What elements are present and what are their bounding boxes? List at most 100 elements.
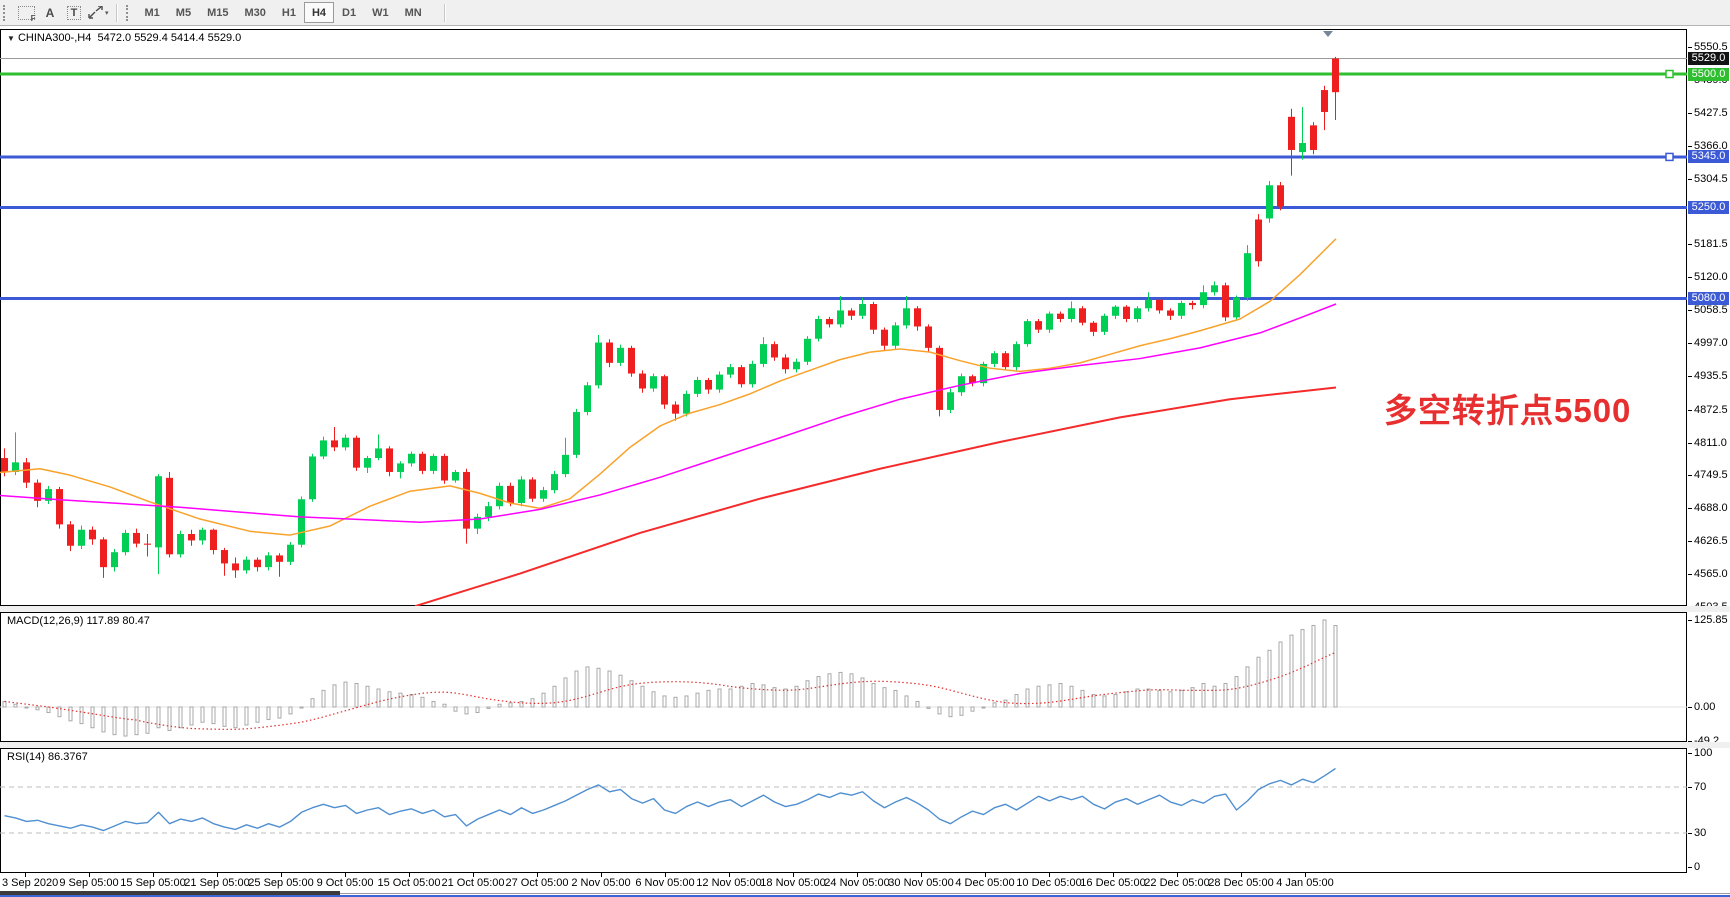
timeframe-button-MN[interactable]: MN [397,2,430,23]
toolbar-separator [444,4,446,22]
candle [188,530,195,546]
label-tool-icon[interactable]: T [64,3,84,23]
timeframe-button-M30[interactable]: M30 [236,2,273,23]
candle [265,552,272,570]
macd-bar [1081,690,1084,707]
macd-bar [1257,657,1260,707]
macd-bar [443,704,446,707]
candle [23,458,30,488]
candle [1101,314,1108,335]
candle [1002,351,1009,370]
candle [166,472,173,558]
candle [463,469,470,544]
candle [144,534,151,556]
macd-bar [729,689,732,707]
candle [1222,283,1229,322]
price-tick [1688,244,1692,245]
time-tick-label: 9 Sep 05:00 [59,877,118,889]
macd-bar [300,707,303,708]
price-tick [1688,410,1692,411]
rsi-tick [1688,787,1692,788]
macd-bar [828,674,831,707]
candle [1233,295,1240,320]
timeframe-button-H1[interactable]: H1 [274,2,304,23]
time-axis[interactable]: 3 Sep 20209 Sep 05:0015 Sep 05:0021 Sep … [0,873,1730,893]
macd-bar [663,696,666,707]
macd-bar [1158,690,1161,707]
timeframe-button-W1[interactable]: W1 [364,2,397,23]
macd-bar [553,686,556,707]
macd-bar [784,689,787,707]
candle [419,452,426,474]
timeframe-button-M5[interactable]: M5 [168,2,199,23]
horizontal-scrollbar-track[interactable] [340,893,1730,894]
candle [1299,107,1306,159]
time-tick-label: 4 Dec 05:00 [955,877,1014,889]
rsi-panel[interactable]: RSI(14) 86.3767 10070300 [0,748,1730,873]
candle [650,374,657,392]
level-line-5345-handle[interactable] [1666,153,1673,160]
candle [1178,301,1185,319]
macd-bar [850,674,853,707]
macd-bar [872,683,875,707]
macd-bar [278,707,281,718]
level-line-5500-handle[interactable] [1666,71,1673,78]
toolbar-drag-handle[interactable] [3,5,9,21]
macd-bar [1279,642,1282,707]
mt4-window: F A T ▾ M1M5M15M30H1H4D1W1MN ▼ CHINA300-… [0,0,1730,897]
macd-bar [146,707,149,733]
macd-bar [322,690,325,707]
candle [133,529,140,548]
macd-bar [113,707,116,735]
candle [364,456,371,473]
macd-bar [333,685,336,707]
time-tick-label: 28 Dec 05:00 [1208,877,1273,889]
symbol-arrow-icon[interactable]: ▼ [7,34,15,43]
macd-bar [971,707,974,711]
text-tool-icon[interactable]: A [40,3,60,23]
price-badge: 5250.0 [1688,201,1729,214]
toolbar-drag-handle[interactable] [126,5,132,21]
macd-bar [817,677,820,707]
time-tick-label: 12 Nov 05:00 [696,877,761,889]
candle [529,477,536,502]
timeframe-button-M1[interactable]: M1 [137,2,168,23]
macd-panel[interactable]: MACD(12,26,9) 117.89 80.47 125.850.00-49… [0,612,1730,742]
candle [496,483,503,510]
macd-bar [575,671,578,707]
macd-bar [619,675,622,707]
arrows-tool-icon[interactable]: ▾ [88,3,109,23]
candle [1167,308,1174,320]
chart-shift-marker-icon[interactable] [1323,31,1333,37]
price-tick [1688,376,1692,377]
macd-bar [1213,686,1216,707]
macd-bar [1026,689,1029,707]
timeframe-button-H4[interactable]: H4 [304,2,334,23]
candle [1156,298,1163,314]
macd-bar [69,707,72,721]
main-chart-panel[interactable]: ▼ CHINA300-,H4 5472.0 5529.4 5414.4 5529… [0,29,1730,606]
price-tick [1688,310,1692,311]
macd-bar [1202,683,1205,707]
candle [1189,301,1196,310]
macd-bar [289,707,292,714]
candle [243,556,250,573]
candle [441,454,448,484]
timeframe-button-M15[interactable]: M15 [199,2,236,23]
macd-bar [927,707,930,708]
macd-bar [982,707,985,708]
timeframe-button-D1[interactable]: D1 [334,2,364,23]
chart-annotation-text[interactable]: 多空转折点5500 [1384,384,1631,432]
candle [1123,305,1130,322]
candle [1024,319,1031,347]
candle [122,530,129,556]
time-tick-label: 22 Dec 05:00 [1144,877,1209,889]
macd-bar [454,707,457,711]
rsi-tick [1688,753,1692,754]
price-badge: 5500.0 [1688,68,1729,81]
f-template-icon[interactable]: F [16,3,36,23]
rsi-tick [1688,833,1692,834]
macd-bar [883,688,886,707]
candle [760,337,767,367]
macd-tick-label: 125.85 [1694,614,1728,626]
